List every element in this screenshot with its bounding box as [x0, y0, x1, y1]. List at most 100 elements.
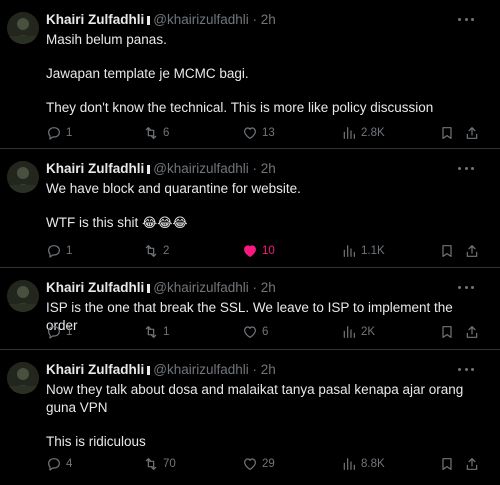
timestamp[interactable]: 2h [261, 280, 276, 295]
view-count: 8.8K [361, 458, 385, 470]
action-bar: 1 1 6 2K [46, 323, 486, 341]
reply-icon [48, 245, 60, 258]
timestamp[interactable]: 2h [261, 161, 276, 176]
author-name[interactable]: Khairi Zulfadhli [46, 362, 144, 377]
author-handle[interactable]: @khairizulfadhli [153, 362, 249, 377]
more-icon[interactable] [458, 161, 474, 175]
views-icon [343, 127, 355, 139]
like-button[interactable]: 29 [242, 455, 275, 473]
tweet-paragraph: We have block and quarantine for website… [46, 181, 301, 196]
tweet-paragraph: They don't know the technical. This is m… [46, 100, 434, 115]
reply-button[interactable]: 1 [46, 323, 72, 341]
repost-icon [145, 245, 157, 257]
reply-icon [48, 458, 60, 471]
tweet[interactable]: Khairi Zulfadhli @khairizulfadhli · 2h We… [0, 149, 500, 268]
reply-count: 1 [66, 245, 73, 257]
bookmark-button[interactable] [439, 124, 459, 142]
verified-icon [147, 284, 151, 293]
repost-count: 2 [163, 245, 170, 257]
tweet-paragraph: Masih belum panas. [46, 32, 167, 47]
views-button[interactable]: 8.8K [341, 455, 385, 473]
reply-count: 1 [66, 326, 73, 338]
author-name[interactable]: Khairi Zulfadhli [46, 280, 144, 295]
like-count: 29 [262, 458, 275, 470]
verified-icon [147, 16, 151, 25]
author-handle[interactable]: @khairizulfadhli [153, 280, 249, 295]
share-button[interactable] [464, 124, 484, 142]
bookmark-button[interactable] [439, 455, 459, 473]
avatar[interactable] [7, 362, 39, 394]
timestamp[interactable]: 2h [261, 12, 276, 27]
timestamp[interactable]: 2h [261, 362, 276, 377]
repost-icon [145, 326, 157, 338]
tweet[interactable]: Khairi Zulfadhli @khairizulfadhli · 2h No… [0, 350, 500, 485]
reply-count: 1 [66, 127, 73, 139]
repost-button[interactable]: 6 [143, 124, 169, 142]
views-button[interactable]: 2K [341, 323, 375, 341]
avatar[interactable] [7, 280, 39, 312]
author-name[interactable]: Khairi Zulfadhli [46, 12, 144, 27]
reply-count: 4 [66, 458, 73, 470]
bookmark-button[interactable] [439, 242, 459, 260]
reply-button[interactable]: 1 [46, 124, 72, 142]
repost-count: 70 [163, 458, 176, 470]
bookmark-button[interactable] [439, 323, 459, 341]
author-handle[interactable]: @khairizulfadhli [153, 12, 249, 27]
repost-button[interactable]: 70 [143, 455, 176, 473]
like-icon [244, 326, 256, 338]
laughing-emoji: 😂😂😂 [142, 215, 188, 230]
action-bar: 1 6 13 2.8K [46, 124, 486, 142]
tweet[interactable]: Khairi Zulfadhli @khairizulfadhli · 2h IS… [0, 268, 500, 350]
timeline-feed: Khairi Zulfadhli @khairizulfadhli · 2h Ma… [0, 0, 500, 485]
like-icon [244, 127, 256, 139]
view-count: 2K [361, 326, 376, 338]
like-count: 6 [262, 326, 269, 338]
views-button[interactable]: 1.1K [341, 242, 385, 260]
tweet-paragraph-text: WTF is this shit [46, 215, 139, 230]
views-icon [343, 245, 355, 257]
avatar[interactable] [7, 161, 39, 193]
tweet[interactable]: Khairi Zulfadhli @khairizulfadhli · 2h Ma… [0, 0, 500, 149]
repost-count: 6 [163, 127, 170, 139]
reply-icon [48, 127, 60, 140]
views-button[interactable]: 2.8K [341, 124, 385, 142]
like-button[interactable]: 10 [242, 242, 275, 260]
tweet-header: Khairi Zulfadhli @khairizulfadhli · 2h [46, 11, 276, 29]
author-name[interactable]: Khairi Zulfadhli [46, 161, 144, 176]
bookmark-icon [442, 458, 452, 470]
tweet-header: Khairi Zulfadhli @khairizulfadhli · 2h [46, 160, 276, 178]
view-count: 2.8K [361, 127, 385, 139]
action-bar: 1 2 10 1.1K [46, 242, 486, 260]
share-icon [466, 326, 478, 338]
views-icon [343, 458, 355, 470]
more-icon[interactable] [458, 362, 474, 376]
share-button[interactable] [464, 242, 484, 260]
action-bar: 4 70 29 8.8K [46, 455, 486, 473]
repost-icon [145, 458, 157, 470]
share-icon [466, 245, 478, 257]
tweet-header: Khairi Zulfadhli @khairizulfadhli · 2h [46, 361, 276, 379]
like-button[interactable]: 13 [242, 124, 275, 142]
share-button[interactable] [464, 455, 484, 473]
tweet-paragraph: Jawapan template je MCMC bagi. [46, 66, 249, 81]
share-icon [466, 458, 478, 470]
like-button[interactable]: 6 [242, 323, 268, 341]
verified-icon [147, 165, 151, 174]
more-icon[interactable] [458, 280, 474, 294]
share-button[interactable] [464, 323, 484, 341]
repost-button[interactable]: 1 [143, 323, 169, 341]
tweet-text: We have block and quarantine for website… [46, 180, 486, 232]
more-icon[interactable] [458, 12, 474, 26]
reply-button[interactable]: 4 [46, 455, 72, 473]
bookmark-icon [442, 245, 452, 257]
repost-button[interactable]: 2 [143, 242, 169, 260]
separator-dot: · [252, 280, 258, 295]
reply-button[interactable]: 1 [46, 242, 72, 260]
avatar[interactable] [7, 12, 39, 44]
separator-dot: · [252, 12, 258, 27]
bookmark-icon [442, 127, 452, 139]
tweet-paragraph: WTF is this shit 😂😂😂 [46, 214, 486, 232]
repost-icon [145, 127, 157, 139]
separator-dot: · [252, 362, 258, 377]
author-handle[interactable]: @khairizulfadhli [153, 161, 249, 176]
